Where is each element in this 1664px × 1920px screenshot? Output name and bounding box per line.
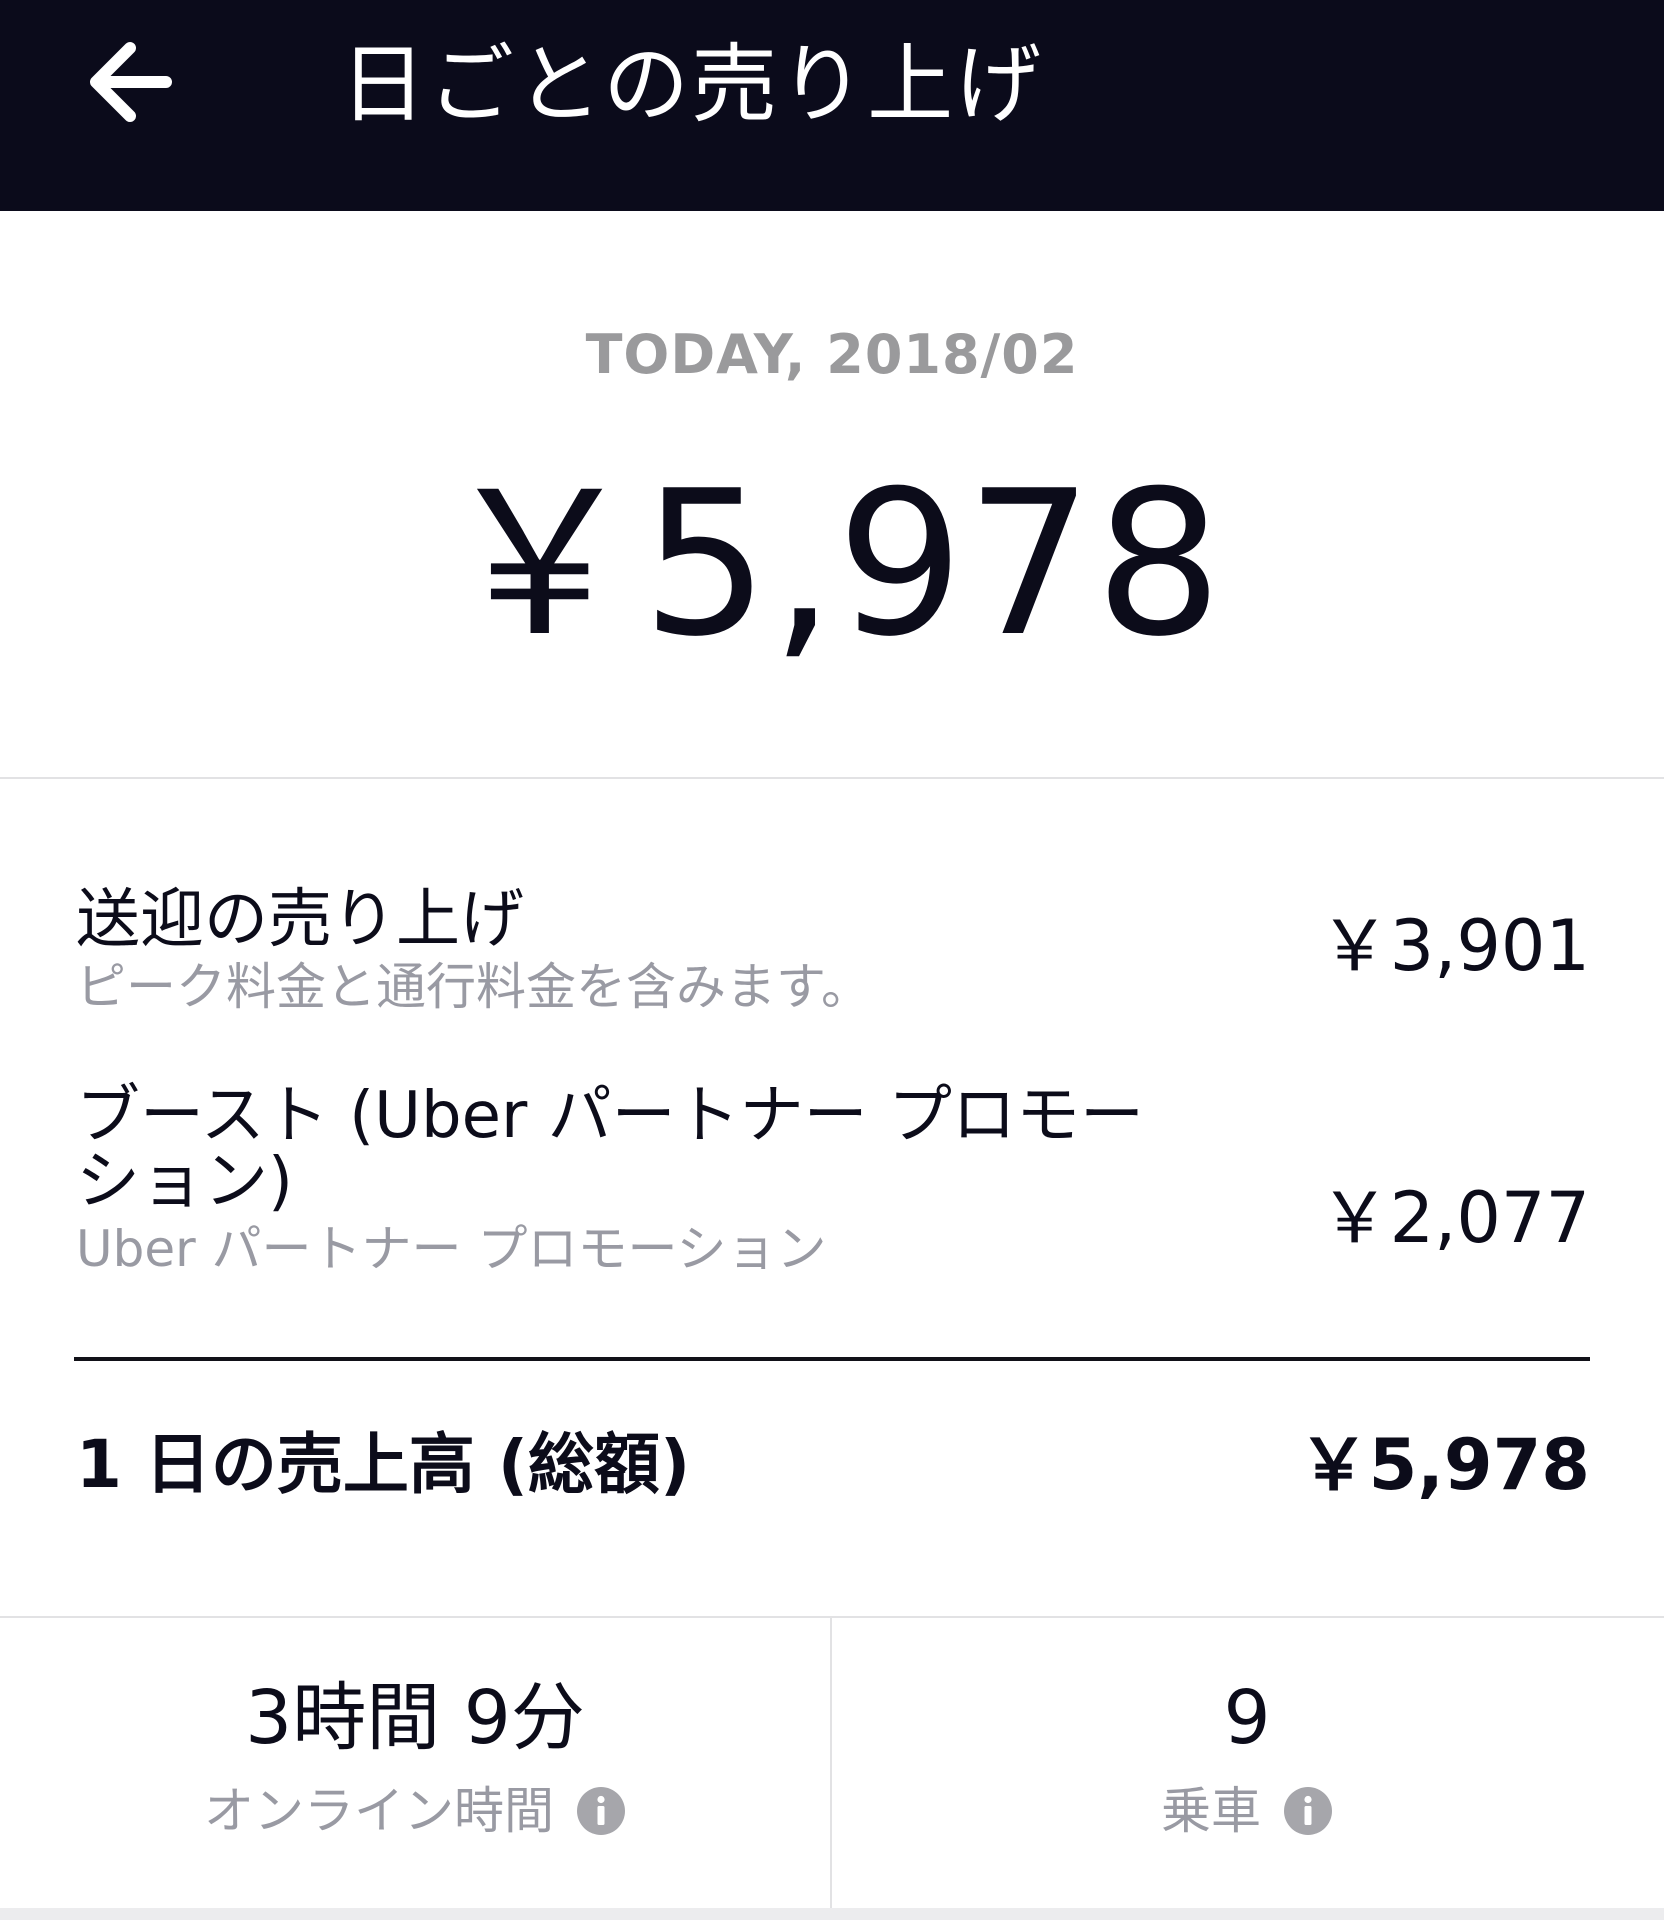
total-divider <box>74 1357 1590 1361</box>
daily-total-row: 1 日の売上高 (総額) ￥5,978 <box>76 1420 1590 1510</box>
date-label: TODAY, 2018/02 <box>585 323 1079 386</box>
trips-value: 9 <box>1223 1675 1271 1761</box>
row-amount: ￥2,077 <box>1319 1177 1590 1259</box>
bottom-strip <box>0 1908 1664 1920</box>
row-amount: ￥3,901 <box>1319 905 1590 987</box>
row-title-line1: ブースト (Uber パートナー プロモー <box>76 1079 1144 1153</box>
info-icon[interactable] <box>576 1786 626 1836</box>
trips-label: 乗車 <box>1161 1782 1261 1840</box>
daily-total-amount: ￥5,978 <box>439 448 1225 681</box>
online-time-label-row: オンライン時間 <box>0 1776 830 1846</box>
online-time-value: 3時間 9分 <box>245 1675 585 1761</box>
stat-trips: 9 乗車 <box>832 1670 1662 1846</box>
page-title: 日ごとの売り上げ <box>340 35 1044 135</box>
earnings-row-boost: ブースト (Uber パートナー プロモー ション) Uber パートナー プロ… <box>76 1080 1590 1280</box>
info-icon[interactable] <box>1283 1786 1333 1836</box>
stat-online-time: 3時間 9分 オンライン時間 <box>0 1670 830 1846</box>
arrow-left-icon <box>90 42 172 122</box>
divider <box>0 777 1664 779</box>
earnings-row-fares: 送迎の売り上げ ピーク料金と通行料金を含みます。 ￥3,901 <box>76 884 1590 1016</box>
trips-label-row: 乗車 <box>832 1776 1662 1846</box>
online-time-label: オンライン時間 <box>204 1782 554 1840</box>
divider <box>0 1616 1664 1618</box>
back-button[interactable] <box>80 32 180 132</box>
total-value: ￥5,978 <box>1298 1424 1590 1506</box>
app-header: 日ごとの売り上げ <box>0 0 1664 211</box>
total-label: 1 日の売上高 (総額) <box>76 1426 691 1503</box>
